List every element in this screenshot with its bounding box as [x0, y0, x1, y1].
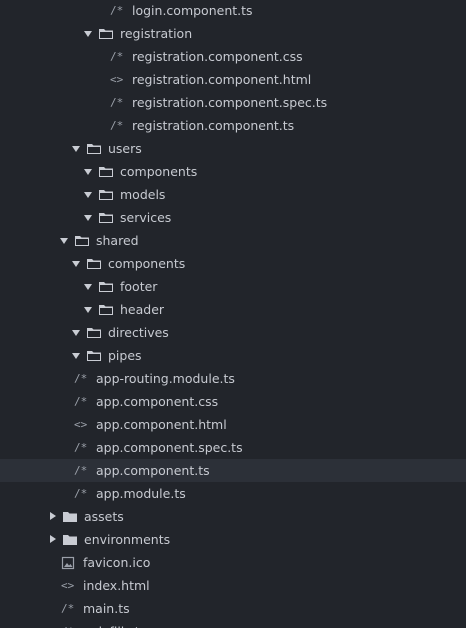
code-comment-icon: /*	[110, 118, 124, 132]
tree-file-main.ts[interactable]: /* main.ts	[0, 597, 466, 620]
folder-open-icon	[98, 279, 114, 295]
chevron-down-icon[interactable]	[72, 328, 82, 338]
tree-item-label: header	[120, 302, 165, 317]
folder-icon	[62, 532, 78, 548]
chevron-down-icon[interactable]	[72, 351, 82, 361]
tree-item-label: registration.component.css	[132, 49, 303, 64]
tree-item-label: app.component.css	[96, 394, 219, 409]
tree-file-registration.component.html[interactable]: <> registration.component.html	[0, 68, 466, 91]
tree-folder-registration[interactable]: registration	[0, 22, 466, 45]
tree-file-polyfills.ts[interactable]: /* polyfills.ts	[0, 620, 466, 628]
tree-folder-components[interactable]: components	[0, 252, 466, 275]
chevron-down-icon[interactable]	[84, 167, 94, 177]
tree-item-label: registration.component.html	[132, 72, 312, 87]
tree-file-app.component.spec.ts[interactable]: /* app.component.spec.ts	[0, 436, 466, 459]
code-comment-icon: /*	[110, 49, 124, 63]
tree-item-label: app.component.html	[96, 417, 227, 432]
tree-file-login.component.ts[interactable]: /* login.component.ts	[0, 0, 466, 22]
tree-file-registration.component.spec.ts[interactable]: /* registration.component.spec.ts	[0, 91, 466, 114]
tree-item-label: polyfills.ts	[83, 624, 146, 628]
tree-folder-components[interactable]: components	[0, 160, 466, 183]
chevron-right-icon[interactable]	[48, 511, 58, 522]
tree-item-label: registration.component.ts	[132, 118, 295, 133]
chevron-down-icon[interactable]	[84, 213, 94, 223]
tree-file-index.html[interactable]: <> index.html	[0, 574, 466, 597]
tree-item-label: app.component.ts	[96, 463, 210, 478]
tree-item-label: assets	[84, 509, 124, 524]
tree-item-label: favicon.ico	[83, 555, 151, 570]
folder-icon	[62, 509, 78, 525]
chevron-down-icon[interactable]	[60, 236, 70, 246]
tree-folder-assets[interactable]: assets	[0, 505, 466, 528]
folder-open-icon	[86, 256, 102, 272]
tree-item-label: pipes	[108, 348, 142, 363]
tree-folder-pipes[interactable]: pipes	[0, 344, 466, 367]
tree-item-label: environments	[84, 532, 171, 547]
tree-item-label: shared	[96, 233, 139, 248]
code-comment-icon: /*	[110, 3, 124, 17]
tree-item-label: app.component.spec.ts	[96, 440, 243, 455]
tree-item-label: index.html	[83, 578, 150, 593]
chevron-down-icon[interactable]	[84, 282, 94, 292]
tree-file-favicon.ico[interactable]: favicon.ico	[0, 551, 466, 574]
code-comment-icon: /*	[74, 394, 88, 408]
tree-item-label: main.ts	[83, 601, 130, 616]
folder-open-icon	[98, 26, 114, 42]
code-comment-icon: /*	[74, 486, 88, 500]
tree-item-label: footer	[120, 279, 158, 294]
tree-folder-models[interactable]: models	[0, 183, 466, 206]
tree-folder-directives[interactable]: directives	[0, 321, 466, 344]
tree-item-label: registration.component.spec.ts	[132, 95, 328, 110]
tree-file-app.component.ts[interactable]: /* app.component.ts	[0, 459, 466, 482]
tree-file-registration.component.css[interactable]: /* registration.component.css	[0, 45, 466, 68]
tree-item-label: services	[120, 210, 172, 225]
tree-item-label: app.module.ts	[96, 486, 186, 501]
file-tree: /* login.component.ts registration /* regist…	[0, 0, 466, 628]
code-comment-icon: /*	[110, 95, 124, 109]
code-comment-icon: /*	[74, 371, 88, 385]
tree-item-label: directives	[108, 325, 169, 340]
tree-file-registration.component.ts[interactable]: /* registration.component.ts	[0, 114, 466, 137]
code-brackets-icon: <>	[61, 578, 75, 592]
tree-folder-users[interactable]: users	[0, 137, 466, 160]
tree-item-label: registration	[120, 26, 193, 41]
code-comment-icon: /*	[61, 624, 77, 628]
tree-folder-shared[interactable]: shared	[0, 229, 466, 252]
tree-file-app.module.ts[interactable]: /* app.module.ts	[0, 482, 466, 505]
tree-file-app.component.css[interactable]: /* app.component.css	[0, 390, 466, 413]
image-icon	[61, 555, 77, 571]
folder-open-icon	[98, 302, 114, 318]
folder-open-icon	[98, 187, 114, 203]
code-brackets-icon: <>	[74, 417, 88, 431]
chevron-down-icon[interactable]	[84, 305, 94, 315]
code-comment-icon: /*	[74, 440, 88, 454]
chevron-down-icon[interactable]	[72, 259, 82, 269]
chevron-down-icon[interactable]	[84, 190, 94, 200]
folder-open-icon	[86, 325, 102, 341]
tree-folder-header[interactable]: header	[0, 298, 466, 321]
tree-item-label: components	[108, 256, 186, 271]
tree-item-label: components	[120, 164, 198, 179]
tree-item-label: users	[108, 141, 142, 156]
folder-open-icon	[86, 141, 102, 157]
tree-file-app.component.html[interactable]: <> app.component.html	[0, 413, 466, 436]
folder-open-icon	[98, 164, 114, 180]
folder-open-icon	[74, 233, 90, 249]
tree-folder-services[interactable]: services	[0, 206, 466, 229]
chevron-down-icon[interactable]	[84, 29, 94, 39]
chevron-right-icon[interactable]	[48, 534, 58, 545]
code-brackets-icon: <>	[110, 72, 124, 86]
code-comment-icon: /*	[74, 463, 88, 477]
tree-item-label: login.component.ts	[132, 3, 253, 18]
tree-item-label: app-routing.module.ts	[96, 371, 235, 386]
folder-open-icon	[98, 210, 114, 226]
tree-folder-environments[interactable]: environments	[0, 528, 466, 551]
code-comment-icon: /*	[61, 601, 75, 615]
chevron-down-icon[interactable]	[72, 144, 82, 154]
tree-file-app-routing.module.ts[interactable]: /* app-routing.module.ts	[0, 367, 466, 390]
tree-item-label: models	[120, 187, 166, 202]
tree-folder-footer[interactable]: footer	[0, 275, 466, 298]
folder-open-icon	[86, 348, 102, 364]
